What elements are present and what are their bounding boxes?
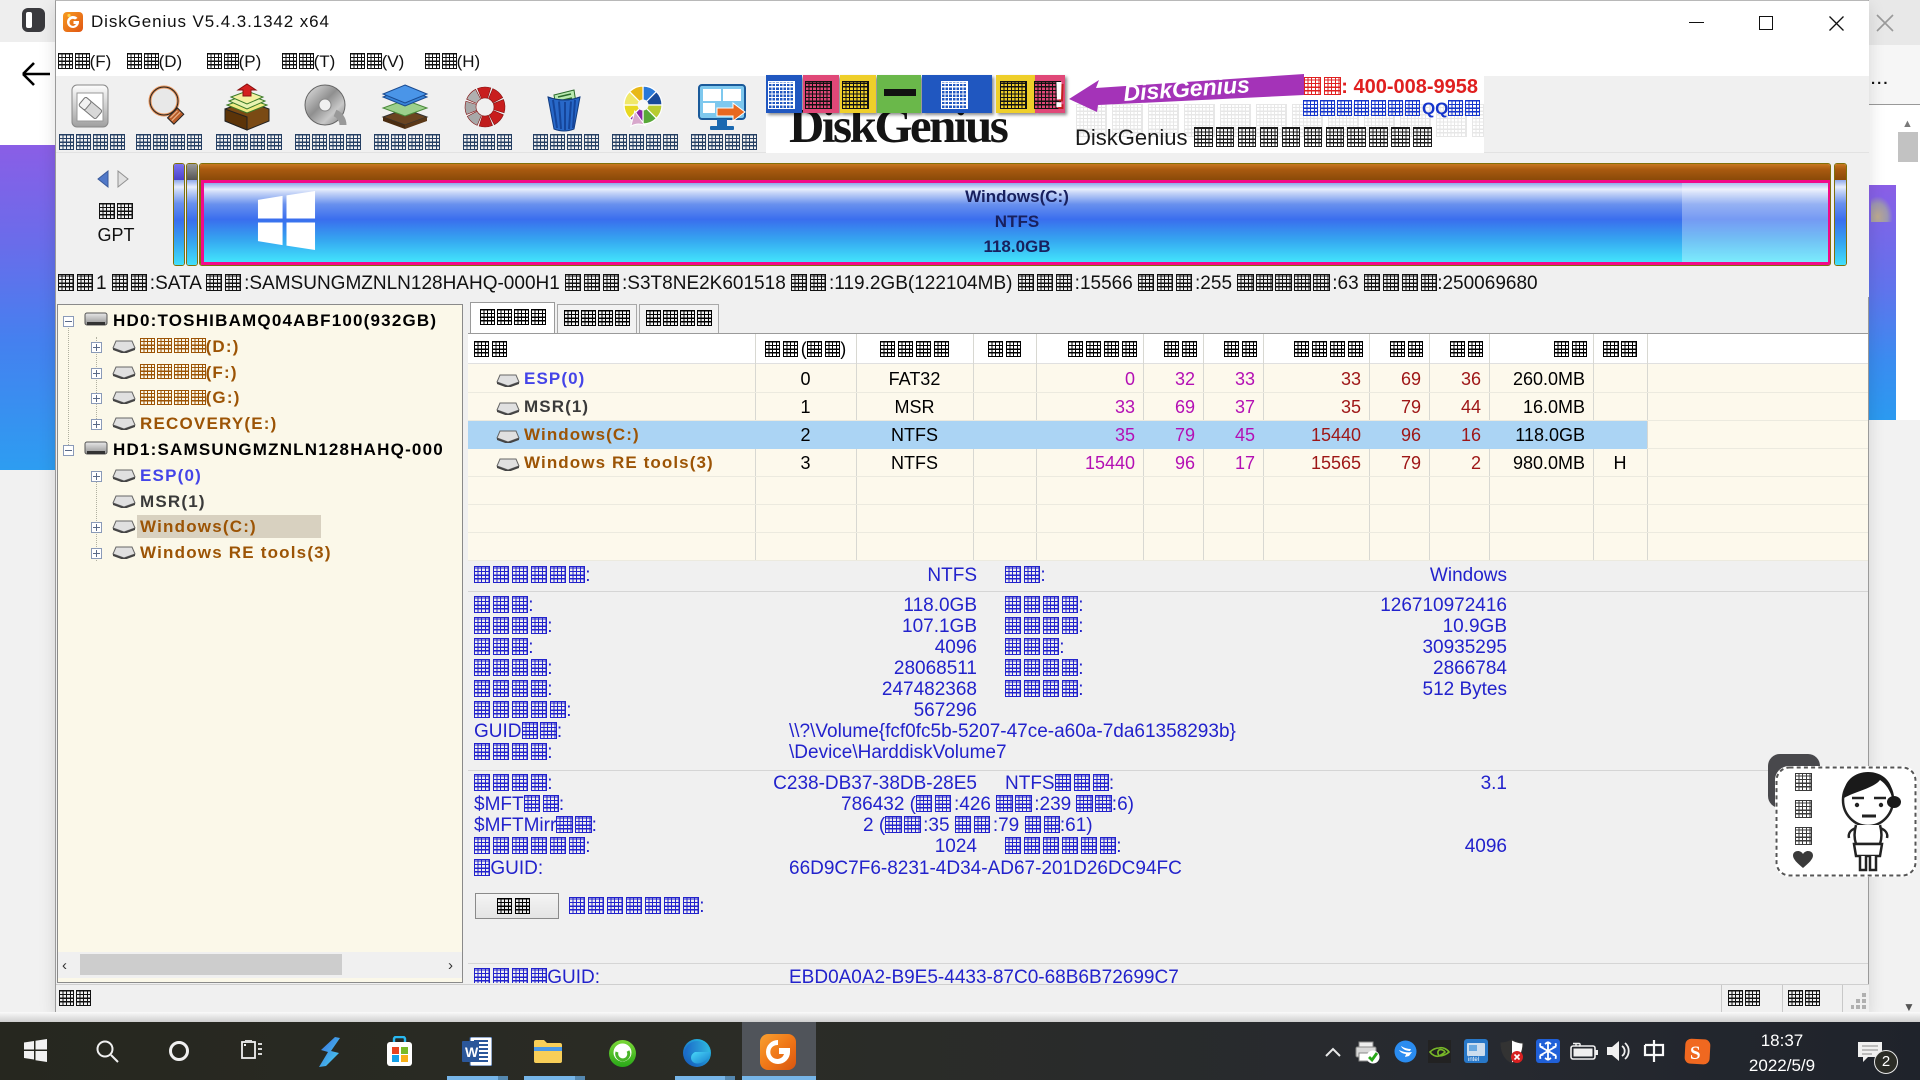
svg-text:S: S [1690, 1043, 1701, 1064]
svg-text:W: W [465, 1044, 479, 1060]
svg-text:intel: intel [1468, 1057, 1479, 1063]
